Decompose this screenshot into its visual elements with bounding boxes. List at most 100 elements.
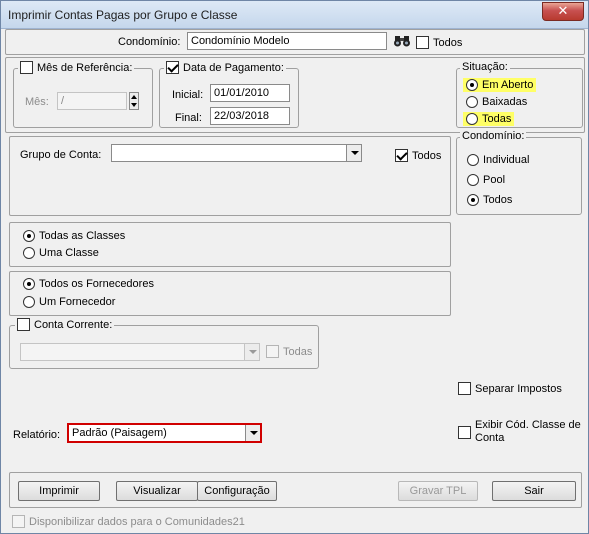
data-pagamento-label: Data de Pagamento:: [183, 61, 284, 74]
exibir-cod-classe-checkbox[interactable]: Exibir Cód. Classe de Conta: [458, 419, 581, 445]
mes-spinner[interactable]: [129, 92, 139, 110]
condominio-tipo-legend-label: Condomínio:: [462, 130, 525, 142]
grupo-conta-dropdown[interactable]: [111, 144, 362, 162]
separar-impostos-checkbox[interactable]: Separar Impostos: [458, 382, 562, 395]
condominio-individual-radio[interactable]: Individual: [467, 154, 529, 166]
exibir-cod-label-wrap: Exibir Cód. Classe de Conta: [475, 419, 581, 445]
inicial-date-field[interactable]: 01/01/2010: [210, 84, 290, 102]
situacao-legend-label: Situação:: [462, 61, 508, 73]
situacao-group: Situação: Em Aberto Baixadas Todas: [456, 61, 583, 128]
radio-circle[interactable]: [467, 174, 479, 186]
mes-field[interactable]: /: [57, 92, 127, 110]
report-window: Imprimir Contas Pagas por Grupo e Classe…: [0, 0, 589, 534]
checkbox-box[interactable]: [458, 425, 471, 439]
final-date-field[interactable]: 22/03/2018: [210, 107, 290, 125]
situacao-option-label: Todas: [482, 113, 512, 125]
close-button[interactable]: ✕: [542, 2, 584, 21]
condominio-todos-radio[interactable]: Todos: [467, 194, 512, 206]
radio-circle[interactable]: [467, 194, 479, 206]
data-pagamento-legend[interactable]: Data de Pagamento:: [164, 61, 286, 74]
comunidades-checkbox[interactable]: Disponibilizar dados para o Comunidades2…: [12, 515, 245, 528]
conta-corrente-todas-checkbox[interactable]: Todas: [266, 345, 312, 358]
um-fornecedor-radio[interactable]: Um Fornecedor: [23, 296, 115, 308]
uma-classe-radio[interactable]: Uma Classe: [23, 247, 99, 259]
classes-option-label: Todas as Classes: [39, 230, 126, 242]
relatorio-label: Relatório:: [13, 429, 61, 441]
classes-panel: Todas as Classes Uma Classe: [9, 222, 451, 267]
mes-referencia-checkbox[interactable]: [20, 61, 33, 74]
sair-button[interactable]: Sair: [492, 481, 576, 501]
condominio-todos-label: Todos: [433, 36, 463, 49]
conta-corrente-legend[interactable]: Conta Corrente:: [15, 318, 115, 331]
relatorio-value: Padrão (Paisagem): [72, 427, 167, 439]
condominio-pool-radio[interactable]: Pool: [467, 174, 505, 186]
conta-corrente-checkbox[interactable]: [17, 318, 30, 331]
imprimir-button[interactable]: Imprimir: [18, 481, 100, 501]
exibir-cod-label-line2: Conta: [475, 432, 505, 444]
chevron-down-icon[interactable]: [346, 145, 361, 161]
situacao-todas-radio[interactable]: Todas: [463, 112, 515, 126]
chevron-down-icon[interactable]: [244, 344, 259, 360]
title-bar[interactable]: Imprimir Contas Pagas por Grupo e Classe…: [1, 1, 588, 29]
grupo-conta-todos-label: Todos: [412, 149, 442, 162]
relatorio-dropdown[interactable]: Padrão (Paisagem): [67, 423, 262, 443]
comunidades-label: Disponibilizar dados para o Comunidades2…: [29, 515, 245, 528]
grupo-conta-panel: Grupo de Conta: Todos: [9, 136, 451, 216]
conta-corrente-group: Conta Corrente: Todas: [9, 318, 319, 369]
binoculars-icon[interactable]: [393, 33, 411, 49]
condominio-tipo-option: Pool: [483, 174, 506, 186]
classes-option-label: Uma Classe: [39, 247, 99, 259]
conta-corrente-label: Conta Corrente:: [34, 318, 113, 331]
condominio-todos-checkbox[interactable]: Todos: [416, 36, 462, 49]
inicial-label: Inicial:: [172, 89, 204, 101]
data-pagamento-group: Data de Pagamento: Inicial: 01/01/2010 F…: [159, 61, 299, 128]
radio-circle[interactable]: [23, 278, 35, 290]
close-icon: ✕: [557, 3, 569, 18]
radio-circle[interactable]: [466, 96, 478, 108]
checkbox-box[interactable]: [12, 515, 25, 528]
mes-referencia-group: Mês de Referência: Mês: /: [13, 61, 153, 128]
radio-circle[interactable]: [23, 296, 35, 308]
window-title: Imprimir Contas Pagas por Grupo e Classe: [8, 8, 238, 22]
mes-label: Mês:: [25, 96, 49, 108]
situacao-em-aberto-radio[interactable]: Em Aberto: [463, 78, 537, 92]
filters-panel: Mês de Referência: Mês: / Data de Pagame…: [5, 57, 585, 133]
gravar-tpl-button[interactable]: Gravar TPL: [398, 481, 478, 501]
todas-classes-radio[interactable]: Todas as Classes: [23, 230, 125, 242]
situacao-legend: Situação:: [460, 61, 510, 73]
situacao-option-label: Em Aberto: [482, 79, 534, 91]
condominio-label: Condomínio:: [118, 36, 181, 48]
grupo-conta-label: Grupo de Conta:: [20, 149, 102, 161]
chevron-down-icon[interactable]: [245, 425, 260, 441]
separar-impostos-label: Separar Impostos: [475, 382, 562, 395]
checkbox-box[interactable]: [395, 149, 408, 162]
condominio-panel: Condomínio: Condomínio Modelo Todos: [5, 29, 585, 55]
mes-referencia-legend[interactable]: Mês de Referência:: [18, 61, 135, 74]
configuracao-button[interactable]: Configuração: [197, 481, 277, 501]
fornecedores-option-label: Um Fornecedor: [39, 296, 116, 308]
checkbox-box[interactable]: [266, 345, 279, 358]
radio-circle[interactable]: [23, 230, 35, 242]
exibir-cod-label-line1: Exibir Cód. Classe de: [475, 419, 581, 431]
buttons-panel: Imprimir Visualizar Configuração Gravar …: [9, 472, 582, 508]
condominio-tipo-option: Individual: [483, 154, 530, 166]
radio-circle[interactable]: [466, 113, 478, 125]
radio-circle[interactable]: [467, 154, 479, 166]
condominio-tipo-legend: Condomínio:: [460, 130, 527, 142]
grupo-conta-todos-checkbox[interactable]: Todos: [395, 149, 441, 162]
conta-corrente-todas-label: Todas: [283, 345, 313, 358]
radio-circle[interactable]: [466, 79, 478, 91]
situacao-baixadas-radio[interactable]: Baixadas: [466, 96, 527, 108]
situacao-option-label: Baixadas: [482, 96, 528, 108]
todos-fornecedores-radio[interactable]: Todos os Fornecedores: [23, 278, 154, 290]
conta-corrente-dropdown[interactable]: [20, 343, 260, 361]
condominio-tipo-group: Condomínio: Individual Pool Todos: [456, 130, 582, 215]
checkbox-box[interactable]: [416, 36, 429, 49]
condominio-field[interactable]: Condomínio Modelo: [187, 32, 387, 50]
final-label: Final:: [175, 112, 202, 124]
data-pagamento-checkbox[interactable]: [166, 61, 179, 74]
checkbox-box[interactable]: [458, 382, 471, 395]
radio-circle[interactable]: [23, 247, 35, 259]
mes-referencia-label: Mês de Referência:: [37, 61, 133, 74]
visualizar-button[interactable]: Visualizar: [116, 481, 198, 501]
